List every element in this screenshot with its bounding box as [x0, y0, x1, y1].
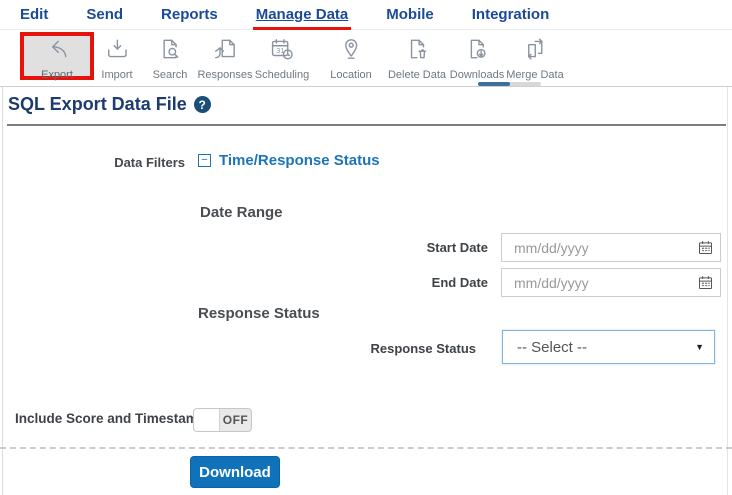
time-response-label[interactable]: Time/Response Status: [219, 152, 380, 169]
response-status-label: Response Status: [370, 341, 476, 356]
response-status-selected-value: -- Select --: [517, 338, 588, 356]
panel-right-border: [727, 87, 728, 495]
manage-data-toolbar: Export Import Search Responses 31 Schedu…: [0, 30, 732, 87]
toolbar-item-label: Merge Data: [506, 69, 564, 81]
nav-item-send[interactable]: Send: [86, 6, 123, 23]
toolbar-scrollbar[interactable]: [478, 82, 541, 86]
document-trash-icon: [404, 36, 430, 67]
toolbar-scrollbar-thumb[interactable]: [478, 82, 510, 86]
title-divider: [7, 124, 726, 126]
end-date-input[interactable]: [501, 268, 721, 297]
toolbar-item-label: Location: [330, 69, 372, 81]
toolbar-item-delete-data[interactable]: Delete Data: [388, 36, 446, 81]
export-arrow-icon: [44, 36, 70, 67]
nav-item-reports[interactable]: Reports: [161, 6, 218, 23]
toolbar-item-label: Responses: [197, 69, 253, 81]
toolbar-item-export[interactable]: Export: [41, 36, 73, 81]
end-date-label: End Date: [431, 275, 488, 290]
include-score-toggle[interactable]: OFF: [193, 408, 252, 432]
toolbar-item-label: Delete Data: [387, 69, 447, 81]
chevron-down-icon: ▼: [695, 342, 704, 352]
help-icon[interactable]: ?: [193, 96, 211, 113]
nav-item-edit[interactable]: Edit: [20, 6, 48, 23]
toolbar-item-scheduling[interactable]: 31 Scheduling: [255, 36, 309, 81]
start-date-label: Start Date: [426, 240, 488, 255]
document-search-icon: [157, 36, 183, 67]
start-date-field: [501, 233, 721, 262]
toolbar-item-import[interactable]: Import: [101, 36, 133, 81]
panel-left-border: [2, 87, 3, 495]
sql-export-page: Edit Send Reports Manage Data Mobile Int…: [0, 0, 732, 495]
document-download-icon: [464, 36, 490, 67]
nav-item-integration[interactable]: Integration: [472, 6, 550, 23]
toolbar-item-label: Search: [152, 69, 188, 81]
toolbar-item-downloads[interactable]: Downloads: [450, 36, 504, 81]
toolbar-item-label: Downloads: [449, 69, 505, 81]
toolbar-item-label: Export: [41, 69, 73, 81]
toolbar-item-merge-data[interactable]: Merge Data: [506, 36, 564, 81]
page-title: SQL Export Data File: [8, 94, 187, 114]
toolbar-item-responses[interactable]: Responses: [197, 36, 253, 81]
nav-item-mobile[interactable]: Mobile: [386, 6, 434, 23]
map-pin-icon: [338, 36, 364, 67]
start-date-input[interactable]: [501, 233, 721, 262]
toolbar-item-label: Scheduling: [254, 69, 310, 81]
response-status-select[interactable]: -- Select -- ▼: [502, 330, 715, 364]
toolbar-item-search[interactable]: Search: [152, 36, 188, 81]
calendar-icon[interactable]: [697, 274, 714, 291]
nav-item-manage-data[interactable]: Manage Data: [252, 6, 351, 30]
time-response-collapse-toggle[interactable]: − Time/Response Status: [198, 152, 380, 169]
top-nav: Edit Send Reports Manage Data Mobile Int…: [0, 0, 732, 30]
download-button[interactable]: Download: [190, 456, 280, 488]
include-score-label: Include Score and Timestamp: [15, 411, 207, 426]
import-tray-icon: [104, 36, 130, 67]
calendar-icon[interactable]: [697, 239, 714, 256]
toggle-state-text: OFF: [222, 413, 249, 427]
toolbar-item-label: Import: [101, 69, 133, 81]
end-date-field: [501, 268, 721, 297]
collapse-minus-icon[interactable]: −: [198, 154, 211, 167]
bottom-dashed-divider: [0, 447, 732, 449]
toggle-knob[interactable]: [194, 409, 220, 431]
documents-merge-icon: [522, 36, 548, 67]
calendar-clock-icon: 31: [269, 36, 295, 67]
date-range-heading: Date Range: [200, 204, 283, 221]
page-title-row: SQL Export Data File ?: [8, 94, 211, 115]
response-status-heading: Response Status: [198, 305, 320, 322]
data-filters-label: Data Filters: [114, 155, 185, 170]
toolbar-item-location[interactable]: Location: [330, 36, 372, 81]
document-hand-icon: [212, 36, 238, 67]
